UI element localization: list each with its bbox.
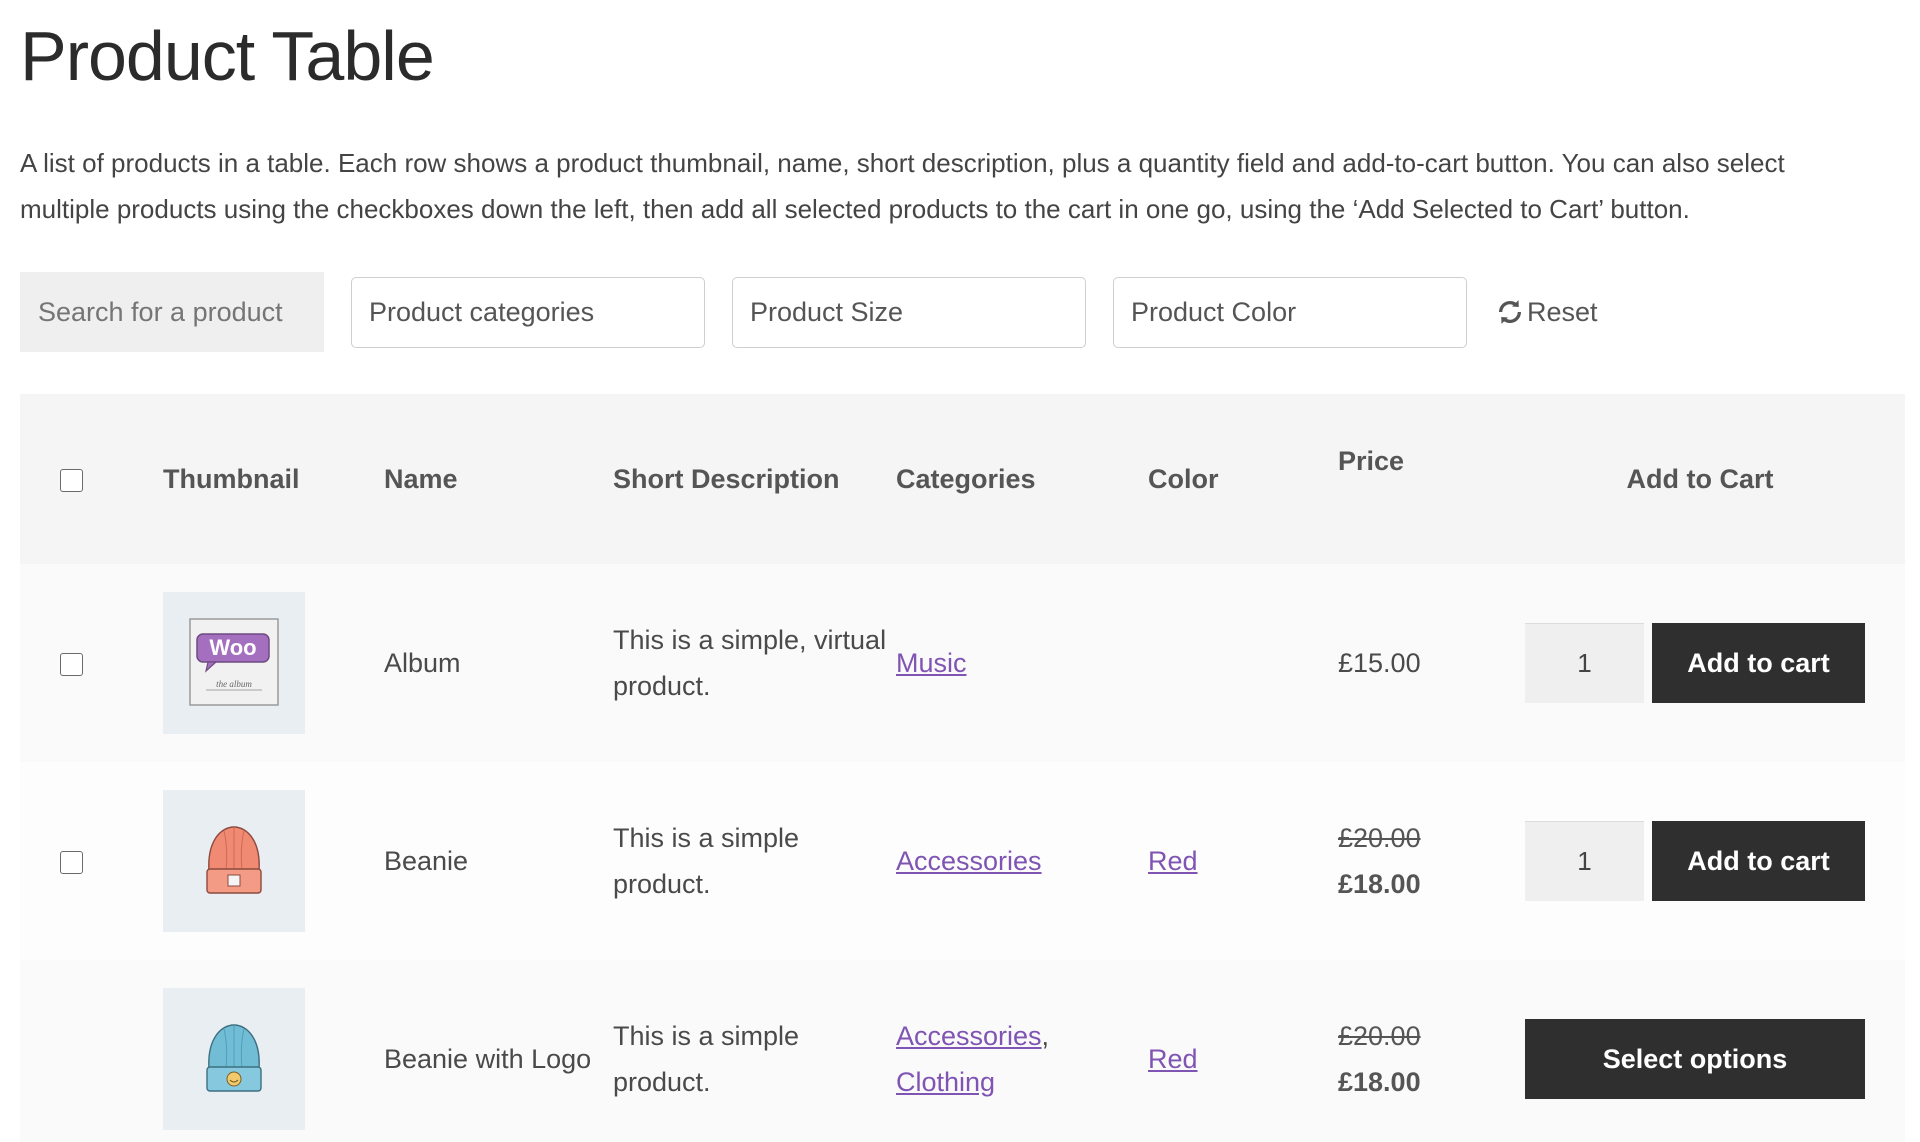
cart-controls: Add to cart bbox=[1525, 623, 1905, 703]
thumbnail-cell bbox=[163, 960, 384, 1142]
add-to-cart-cell: Add to cart bbox=[1525, 762, 1905, 960]
price-current: £15.00 bbox=[1338, 648, 1421, 678]
product-name[interactable]: Beanie bbox=[384, 762, 613, 960]
album-caption: the album bbox=[216, 679, 252, 689]
header-thumbnail[interactable]: Thumbnail bbox=[163, 394, 384, 564]
category-link[interactable]: Clothing bbox=[896, 1067, 995, 1097]
category-link[interactable]: Accessories bbox=[896, 1021, 1042, 1051]
header-short-description[interactable]: Short Description bbox=[613, 394, 896, 564]
header-price[interactable]: Price bbox=[1338, 394, 1525, 564]
header-categories[interactable]: Categories bbox=[896, 394, 1148, 564]
beanie-with-logo-image bbox=[206, 1024, 262, 1092]
beanie-with-logo-thumbnail[interactable] bbox=[163, 988, 305, 1130]
table-header-row: Thumbnail Name Short Description Categor… bbox=[20, 394, 1905, 564]
header-add-to-cart: Add to Cart bbox=[1626, 464, 1774, 494]
header-color[interactable]: Color bbox=[1148, 394, 1338, 564]
category-link[interactable]: Accessories bbox=[896, 846, 1042, 876]
quantity-input[interactable] bbox=[1525, 623, 1644, 703]
row-select-cell bbox=[20, 564, 163, 762]
product-color-label: Product Color bbox=[1131, 296, 1297, 327]
product-color bbox=[1148, 564, 1338, 762]
cart-controls: Select options bbox=[1525, 1019, 1905, 1099]
product-price: £15.00 bbox=[1338, 564, 1525, 762]
product-color: Red bbox=[1148, 960, 1338, 1142]
reset-button[interactable]: Reset bbox=[1495, 297, 1598, 328]
row-checkbox[interactable] bbox=[60, 851, 83, 875]
thumbnail-cell bbox=[163, 762, 384, 960]
album-logo-text: Woo bbox=[209, 635, 256, 660]
product-price: £20.00 £18.00 bbox=[1338, 762, 1525, 960]
beanie-image bbox=[206, 826, 262, 894]
product-size-select[interactable]: Product Size bbox=[732, 276, 1086, 348]
table-row: Woo the album Album This is a simple, vi… bbox=[20, 564, 1905, 762]
category-separator: , bbox=[1041, 1021, 1050, 1051]
product-color-select[interactable]: Product Color bbox=[1113, 276, 1467, 348]
add-to-cart-button[interactable]: Add to cart bbox=[1652, 821, 1865, 901]
page-intro: A list of products in a table. Each row … bbox=[20, 148, 1785, 224]
filter-bar: Product categories Product Size Product … bbox=[20, 272, 1598, 352]
product-description: This is a simple, virtual product. bbox=[613, 625, 887, 701]
search-input[interactable] bbox=[20, 272, 324, 352]
reset-label: Reset bbox=[1527, 296, 1598, 327]
product-table: Thumbnail Name Short Description Categor… bbox=[20, 394, 1905, 1142]
product-size-label: Product Size bbox=[750, 296, 904, 327]
color-link[interactable]: Red bbox=[1148, 1044, 1198, 1074]
cart-controls: Add to cart bbox=[1525, 821, 1905, 901]
product-name[interactable]: Album bbox=[384, 564, 613, 762]
row-checkbox[interactable] bbox=[60, 653, 83, 677]
album-image: Woo the album bbox=[189, 618, 279, 706]
refresh-icon bbox=[1499, 300, 1521, 324]
product-categories-select[interactable]: Product categories bbox=[351, 276, 705, 348]
product-categories: Accessories, Clothing bbox=[896, 960, 1148, 1142]
page-title: Product Table bbox=[20, 17, 435, 95]
product-table-wrapper: Thumbnail Name Short Description Categor… bbox=[20, 394, 1905, 1142]
color-link[interactable]: Red bbox=[1148, 846, 1198, 876]
product-description: This is a simple product. bbox=[613, 1021, 800, 1097]
header-select-all bbox=[20, 394, 163, 564]
add-to-cart-button[interactable]: Add to cart bbox=[1652, 623, 1865, 703]
select-all-checkbox[interactable] bbox=[60, 469, 83, 493]
product-color: Red bbox=[1148, 762, 1338, 960]
header-name[interactable]: Name bbox=[384, 394, 613, 564]
add-to-cart-cell: Add to cart bbox=[1525, 564, 1905, 762]
beanie-thumbnail[interactable] bbox=[163, 790, 305, 932]
quantity-input[interactable] bbox=[1525, 821, 1644, 901]
product-name[interactable]: Beanie with Logo bbox=[384, 960, 613, 1142]
select-options-button[interactable]: Select options bbox=[1525, 1019, 1865, 1099]
price-sale: £18.00 bbox=[1338, 1067, 1421, 1097]
product-categories: Accessories bbox=[896, 762, 1148, 960]
price-original: £20.00 bbox=[1338, 1021, 1421, 1051]
thumbnail-cell: Woo the album bbox=[163, 564, 384, 762]
product-price: £20.00 £18.00 bbox=[1338, 960, 1525, 1142]
product-description: This is a simple product. bbox=[613, 823, 800, 899]
table-row: Beanie This is a simple product. Accesso… bbox=[20, 762, 1905, 960]
table-row: Beanie with Logo This is a simple produc… bbox=[20, 960, 1905, 1142]
price-sale: £18.00 bbox=[1338, 869, 1421, 899]
category-link[interactable]: Music bbox=[896, 648, 967, 678]
product-categories-label: Product categories bbox=[369, 296, 595, 327]
price-original: £20.00 bbox=[1338, 823, 1421, 853]
row-select-cell bbox=[20, 762, 163, 960]
page: Product Table A list of products in a ta… bbox=[0, 0, 1920, 1142]
album-thumbnail[interactable]: Woo the album bbox=[163, 592, 305, 734]
row-select-cell bbox=[20, 960, 163, 1142]
product-categories: Music bbox=[896, 564, 1148, 762]
add-to-cart-cell: Select options bbox=[1525, 960, 1905, 1142]
